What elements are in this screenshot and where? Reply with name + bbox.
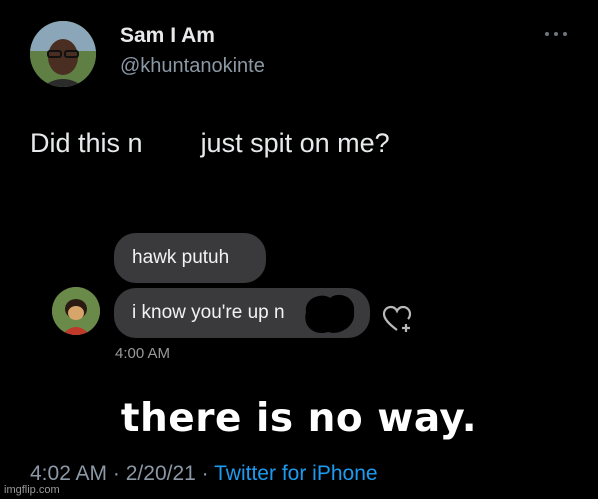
tweet-date[interactable]: 2/20/21 [126, 462, 196, 485]
meme-caption: there is no way. [120, 396, 478, 441]
tweet-text: Did this n just spit on me? [30, 128, 390, 159]
dm-sender-avatar [52, 287, 100, 335]
tweet-source-link[interactable]: Twitter for iPhone [214, 462, 377, 485]
author-display-name[interactable]: Sam I Am [120, 24, 215, 48]
redaction-scribble [305, 294, 355, 334]
cartoon-avatar-icon [52, 287, 100, 335]
dm-message-bubble: hawk putuh [114, 233, 266, 283]
author-avatar[interactable] [30, 21, 96, 87]
tweet-metadata: 4:02 AM · 2/20/21 · Twitter for iPhone [30, 462, 378, 486]
heart-plus-icon[interactable] [381, 304, 413, 334]
meta-separator: · [112, 462, 120, 485]
tweet-text-part-b: just spit on me? [200, 128, 390, 158]
tweet-text-part-a: Did this n [30, 128, 143, 158]
tweet-time: 4:02 AM [30, 462, 108, 485]
meta-separator: · [201, 462, 209, 485]
dm-timestamp: 4:00 AM [115, 345, 171, 362]
watermark: imgflip.com [4, 484, 60, 496]
more-horizontal-icon[interactable] [541, 26, 571, 42]
profile-photo-icon [30, 21, 96, 87]
author-handle[interactable]: @khuntanokinte [120, 55, 265, 78]
